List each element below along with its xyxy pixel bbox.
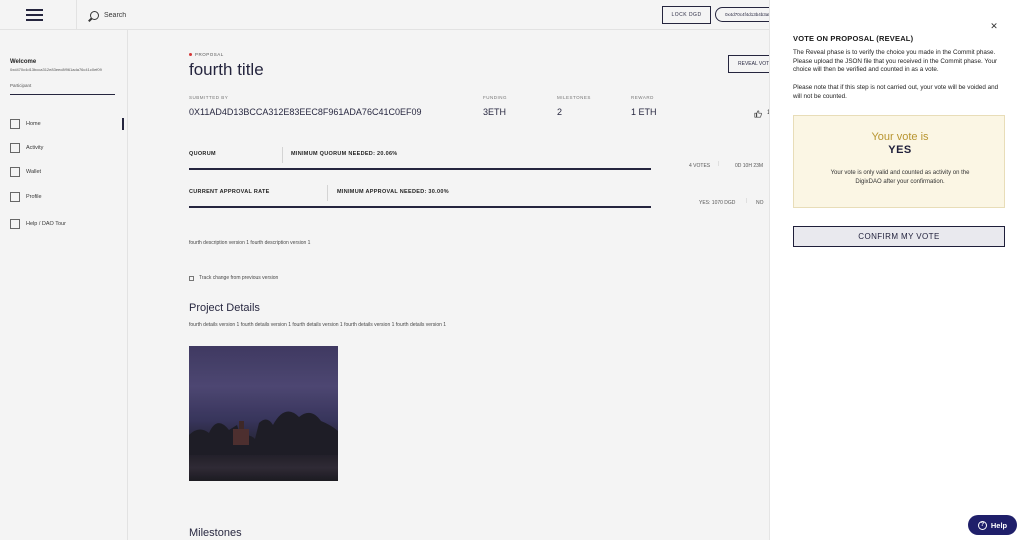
question-mark-icon: ? xyxy=(977,520,987,530)
help-button[interactable]: ? Help xyxy=(968,515,1017,535)
vote-value: YES xyxy=(888,144,912,156)
vote-note: Your vote is only valid and counted as a… xyxy=(830,170,970,185)
drawer-warning: Please note that if this step is not car… xyxy=(793,84,999,100)
vote-summary-card: Your vote is YES Your vote is only valid… xyxy=(793,115,1005,208)
drawer-title: VOTE ON PROPOSAL (REVEAL) xyxy=(793,34,914,43)
drawer-instructions: The Reveal phase is to verify the choice… xyxy=(793,49,998,74)
confirm-vote-button[interactable]: CONFIRM MY VOTE xyxy=(793,226,1005,247)
help-button-label: Help xyxy=(990,520,1008,530)
vote-drawer: ✕ VOTE ON PROPOSAL (REVEAL) The Reveal p… xyxy=(769,0,1024,540)
vote-kicker: Your vote is xyxy=(871,131,929,143)
close-icon[interactable]: ✕ xyxy=(988,20,1000,32)
modal-backdrop[interactable] xyxy=(0,0,769,540)
